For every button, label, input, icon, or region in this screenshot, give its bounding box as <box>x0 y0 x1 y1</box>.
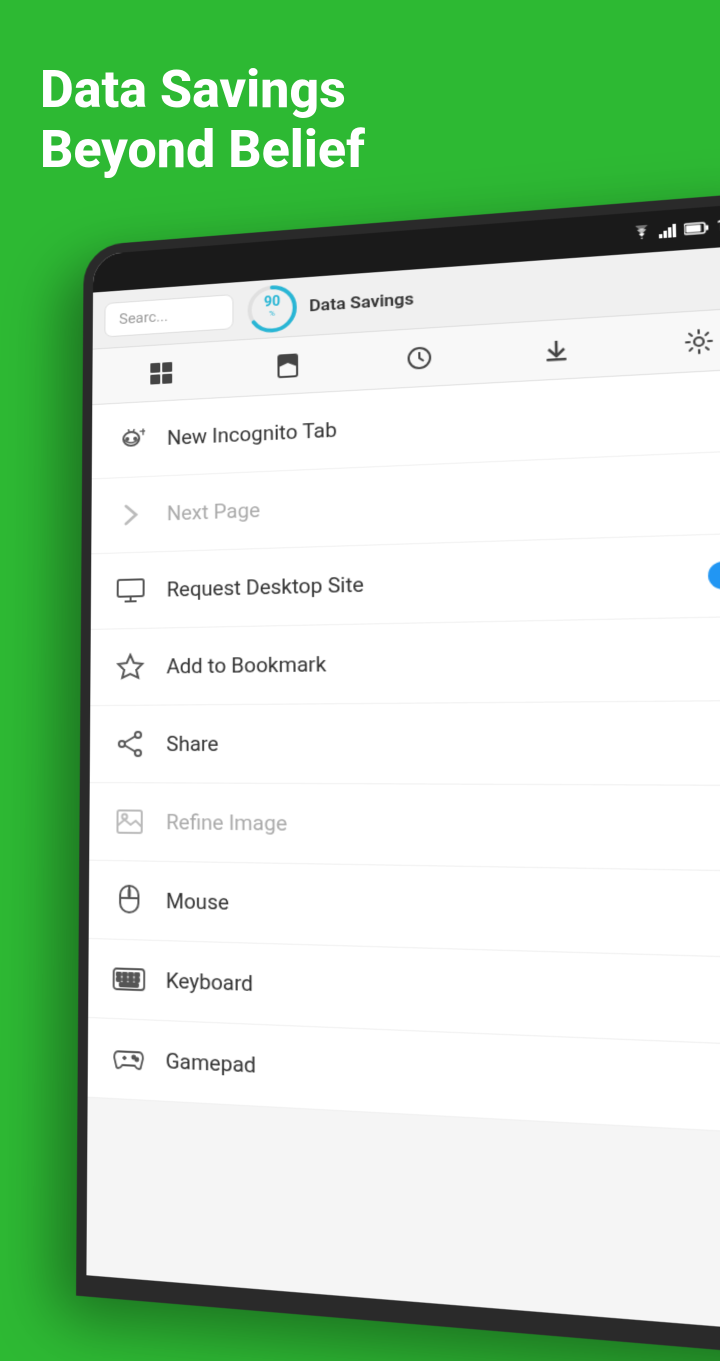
gamepad-label: Gamepad <box>166 1048 256 1078</box>
phone-mockup: 12:30 Searc... <box>80 230 720 1330</box>
data-savings-label: Data Savings <box>309 289 414 316</box>
menu-item-share[interactable]: Share <box>90 701 720 786</box>
gamepad-icon <box>112 1042 145 1077</box>
status-icons: 12:30 <box>631 215 720 241</box>
refine-image-label: Refine Image <box>166 810 287 836</box>
wifi-icon <box>632 225 653 241</box>
menu-item-refine-image[interactable]: Refine Image <box>89 783 720 872</box>
tabs-icon[interactable] <box>145 355 179 390</box>
signal-icon <box>659 223 678 239</box>
keyboard-icon <box>113 962 146 996</box>
mouse-icon <box>113 883 146 916</box>
header-title: Data Savings Beyond Belief <box>40 60 365 180</box>
search-placeholder: Searc... <box>119 307 168 328</box>
downloads-icon[interactable] <box>537 331 576 368</box>
bookmarks-icon[interactable] <box>270 348 305 384</box>
menu-item-add-to-bookmark[interactable]: Add to Bookmark <box>90 616 720 706</box>
phone-shell: 12:30 Searc... <box>76 188 720 1361</box>
header-line1: Data Savings <box>40 60 365 120</box>
request-desktop-site-toggle[interactable] <box>708 560 720 589</box>
keyboard-label: Keyboard <box>166 968 253 996</box>
incognito-icon: + <box>115 423 147 456</box>
search-bar[interactable]: Searc... <box>104 294 233 337</box>
share-icon <box>114 728 146 760</box>
svg-text:%: % <box>269 308 275 317</box>
phone-screen: 12:30 Searc... <box>86 201 720 1334</box>
star-icon <box>114 651 146 683</box>
desktop-icon <box>115 574 147 606</box>
header-line2: Beyond Belief <box>40 120 365 180</box>
svg-text:+: + <box>139 428 145 440</box>
request-desktop-site-label: Request Desktop Site <box>167 572 364 601</box>
mouse-label: Mouse <box>166 889 229 915</box>
data-savings-circle: 90 % <box>246 281 299 335</box>
next-page-label: Next Page <box>167 498 260 525</box>
share-label: Share <box>166 732 218 756</box>
chevron-right-icon <box>115 499 147 532</box>
battery-icon <box>684 221 710 235</box>
status-time: 12:30 <box>716 215 720 235</box>
history-icon[interactable] <box>401 339 438 375</box>
circle-progress-svg: 90 % <box>246 281 299 335</box>
add-to-bookmark-label: Add to Bookmark <box>166 652 326 679</box>
new-incognito-tab-label: New Incognito Tab <box>167 418 337 450</box>
settings-icon[interactable] <box>678 322 719 360</box>
menu-container: + New Incognito Tab Next Page <box>88 368 720 1137</box>
data-savings-badge: 90 % Data Savings <box>246 273 415 336</box>
image-icon <box>113 805 145 838</box>
